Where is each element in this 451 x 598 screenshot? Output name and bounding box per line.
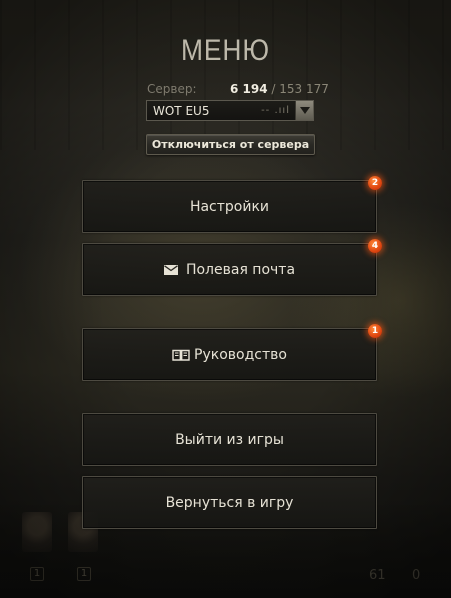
manual-button[interactable]: Руководство 1: [82, 324, 382, 381]
manual-notification-badge: 1: [368, 324, 382, 338]
settings-notification-badge: 2: [368, 176, 382, 190]
players-online: 6 194: [230, 82, 268, 96]
settings-button[interactable]: Настройки 2: [82, 176, 382, 233]
settings-button-label: Настройки: [189, 198, 270, 215]
return-to-game-button[interactable]: Вернуться в игру: [82, 476, 377, 529]
envelope-icon: [163, 264, 178, 275]
players-separator: /: [267, 82, 280, 96]
field-mail-button[interactable]: Полевая почта 4: [82, 239, 382, 296]
exit-game-button-label: Выйти из игры: [175, 431, 284, 448]
book-icon: [172, 349, 190, 361]
server-selected-value: WOT EU5: [153, 103, 210, 118]
exit-game-button[interactable]: Выйти из игры: [82, 413, 377, 466]
disconnect-button[interactable]: Отключиться от сервера: [146, 134, 315, 155]
field-mail-button-label: Полевая почта: [185, 261, 296, 278]
server-select[interactable]: WOT EU5 -- .ııl: [146, 100, 314, 121]
players-total: 153 177: [279, 82, 329, 96]
players-count: 6 194 / 153 177: [230, 82, 329, 96]
menu-title: МЕНЮ: [181, 34, 270, 67]
return-to-game-button-label: Вернуться в игру: [165, 494, 294, 511]
server-label: Сервер:: [147, 82, 197, 96]
field-mail-notification-badge: 4: [368, 239, 382, 253]
server-ping-indicator: -- .ııl: [261, 105, 290, 116]
manual-button-label: Руководство: [194, 346, 287, 363]
chevron-down-icon[interactable]: [295, 101, 313, 120]
